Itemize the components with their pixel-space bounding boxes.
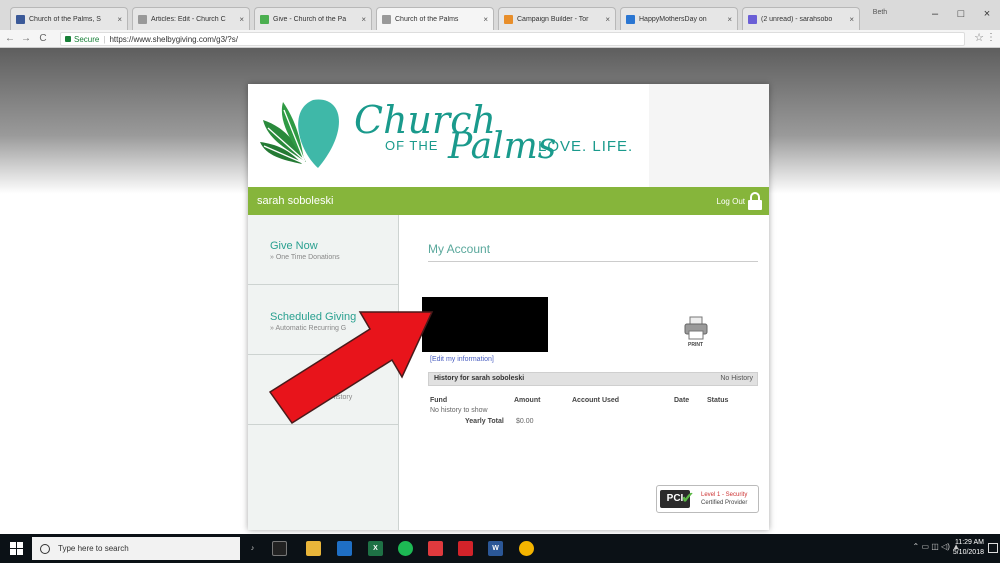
people-app-icon[interactable] <box>337 541 352 556</box>
clock-date[interactable]: 5/10/2018 <box>953 549 984 556</box>
tab-title: Church of the Palms, S <box>29 15 101 23</box>
tab-favicon-icon <box>138 14 147 24</box>
tab-favicon-icon <box>260 14 269 24</box>
checkmark-icon: ✔ <box>681 490 695 507</box>
column-header-status: Status <box>707 397 729 404</box>
browser-tab[interactable]: (2 unread) - sarahsobo × <box>742 7 860 30</box>
secure-label: Secure <box>74 34 100 44</box>
url-text[interactable]: https://www.shelbygiving.com/g3/?s/ <box>109 35 238 44</box>
word-icon[interactable]: W <box>488 541 503 556</box>
title-divider <box>428 261 758 262</box>
column-header-date: Date <box>674 397 690 404</box>
user-bar: sarah soboleski Log Out <box>248 187 769 215</box>
microphone-icon[interactable]: ♪ <box>245 541 260 556</box>
browser-tab[interactable]: Articles: Edit - Church C × <box>132 7 250 30</box>
chrome-icon[interactable] <box>519 541 534 556</box>
history-title: History for sarah soboleski <box>434 375 525 382</box>
church-logo-header: Church OF THE Palms LOVE. LIFE. <box>248 84 769 187</box>
tab-close-icon[interactable]: × <box>605 15 610 24</box>
address-separator: | <box>103 34 106 44</box>
tab-close-icon[interactable]: × <box>483 15 488 24</box>
pci-level-text: Level 1 - Security <box>701 492 748 498</box>
browser-tab[interactable]: Church of the Palms × <box>376 7 494 30</box>
tab-close-icon[interactable]: × <box>849 15 854 24</box>
taskbar-search-box[interactable]: Type here to search <box>32 537 240 560</box>
forward-button[interactable]: → <box>20 32 32 45</box>
browser-user-badge[interactable]: Beth <box>860 9 900 21</box>
page-title: My Account <box>428 242 491 256</box>
sidebar-item-subtitle: » One Time Donations <box>270 254 340 261</box>
browser-tab[interactable]: Church of the Palms, S × <box>10 7 128 30</box>
tab-favicon-icon <box>504 14 513 24</box>
search-placeholder: Type here to search <box>58 544 129 553</box>
history-status: No History <box>720 375 753 382</box>
page-viewport: Church OF THE Palms LOVE. LIFE. sarah so… <box>0 48 1000 534</box>
tab-close-icon[interactable]: × <box>239 15 244 24</box>
no-history-message: No history to show <box>430 407 488 414</box>
red-arrow-annotation <box>268 311 434 425</box>
acrobat-icon[interactable] <box>458 541 473 556</box>
file-explorer-icon[interactable] <box>306 541 321 556</box>
bookmark-star-icon[interactable]: ☆ <box>974 31 984 44</box>
tab-favicon-icon <box>626 14 635 24</box>
excel-icon[interactable]: X <box>368 541 383 556</box>
browser-menu-icon[interactable]: ⋮ <box>986 32 996 43</box>
logo-watermark <box>649 84 769 187</box>
browser-tab[interactable]: HappyMothersDay on × <box>620 7 738 30</box>
browser-toolbar: ← → C Secure | https://www.shelbygiving.… <box>0 30 1000 48</box>
browser-tab-strip: Church of the Palms, S × Articles: Edit - … <box>0 0 1000 30</box>
yearly-total-value: $0.00 <box>516 418 534 425</box>
address-bar[interactable]: Secure | https://www.shelbygiving.com/g3… <box>60 32 965 46</box>
clock-time[interactable]: 11:29 AM <box>955 539 984 546</box>
tab-close-icon[interactable]: × <box>361 15 366 24</box>
history-header-bar: History for sarah soboleski No History <box>428 372 758 386</box>
maximize-window-button[interactable]: □ <box>952 6 970 22</box>
tab-title: Articles: Edit - Church C <box>151 15 226 23</box>
tab-title: (2 unread) - sarahsobo <box>761 15 833 23</box>
cortana-circle-icon <box>40 543 50 554</box>
tab-favicon-icon <box>382 14 391 24</box>
tab-favicon-icon <box>748 14 757 24</box>
yearly-total-label: Yearly Total <box>465 418 504 425</box>
tab-title: HappyMothersDay on <box>639 15 707 23</box>
tab-title: Church of the Palms <box>395 15 459 23</box>
pci-certified-text: Certified Provider <box>701 500 748 506</box>
sidebar-item-give-now[interactable]: Give Now » One Time Donations <box>248 215 399 285</box>
edit-information-link[interactable]: [Edit my information] <box>430 356 494 363</box>
padlock-icon[interactable] <box>747 192 763 210</box>
palm-leaf-logo-icon <box>260 99 339 168</box>
browser-tab[interactable]: Campaign Builder - Tor × <box>498 7 616 30</box>
column-header-account-used: Account Used <box>572 397 620 404</box>
minimize-window-button[interactable]: – <box>926 6 944 22</box>
pci-certification-badge: PCI ✔ Level 1 - Security Certified Provi… <box>656 485 759 513</box>
back-button[interactable]: ← <box>4 32 16 45</box>
printer-icon[interactable] <box>683 315 709 341</box>
lock-icon <box>65 36 71 42</box>
column-header-amount: Amount <box>514 397 541 404</box>
redacted-block <box>422 297 548 352</box>
tab-title: Campaign Builder - Tor <box>517 15 589 23</box>
task-view-icon[interactable] <box>272 541 287 556</box>
spotify-icon[interactable] <box>398 541 413 556</box>
close-window-button[interactable]: × <box>978 6 996 22</box>
tab-close-icon[interactable]: × <box>117 15 122 24</box>
print-label[interactable]: PRINT <box>688 342 703 348</box>
tab-close-icon[interactable]: × <box>727 15 732 24</box>
user-name: sarah soboleski <box>257 195 334 207</box>
logo-of-the-text: OF THE <box>385 138 439 153</box>
red-app-icon[interactable] <box>428 541 443 556</box>
sidebar-item-title[interactable]: Give Now <box>270 240 318 252</box>
windows-start-icon[interactable] <box>10 542 23 555</box>
windows-taskbar: Type here to search ♪ X W ⌃ ▭ ◫ ◁) ▲ 11:… <box>0 534 1000 563</box>
logo-tagline: LOVE. LIFE. <box>538 138 634 155</box>
logout-link[interactable]: Log Out <box>717 197 745 206</box>
tab-favicon-icon <box>16 14 25 24</box>
tab-title: Give - Church of the Pa <box>273 15 347 23</box>
notifications-icon[interactable] <box>988 543 998 553</box>
account-main-panel: My Account [Edit my information] PRINT H… <box>400 215 769 530</box>
reload-button[interactable]: C <box>37 32 49 45</box>
browser-tab[interactable]: Give - Church of the Pa × <box>254 7 372 30</box>
